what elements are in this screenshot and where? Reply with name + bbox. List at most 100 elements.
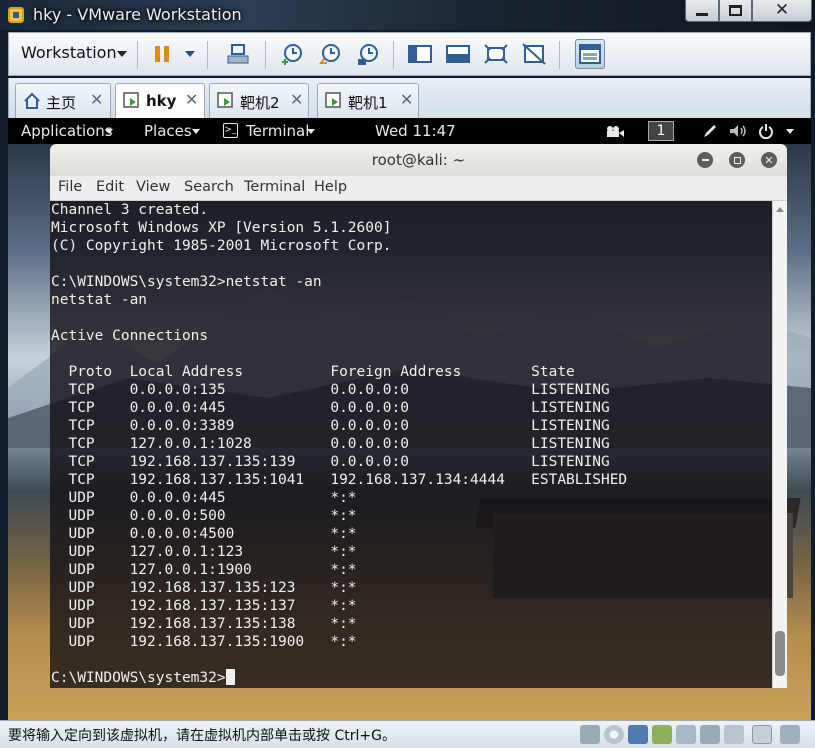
console-view-icon [446, 45, 470, 63]
terminal-prompt-line[interactable]: C:\WINDOWS\system32> [51, 669, 772, 687]
menu-view[interactable]: View [136, 179, 170, 195]
status-hint: 要将输入定向到该虚拟机，请在虚拟机内部单击或按 Ctrl+G。 [8, 728, 396, 744]
close-icon: ✕ [764, 153, 774, 167]
scrollbar-thumb[interactable] [775, 631, 785, 676]
unity-button[interactable] [521, 41, 547, 67]
menu-search[interactable]: Search [184, 179, 234, 195]
network-adapter-2-icon[interactable] [652, 725, 672, 744]
terminal-line: TCP 0.0.0.0:3389 0.0.0.0:0 LISTENING [51, 418, 610, 434]
video-camera-icon[interactable] [605, 124, 625, 138]
terminal-line: UDP 192.168.137.135:123 *:* [51, 580, 357, 596]
terminal-line: TCP 127.0.0.1:1028 0.0.0.0:0 LISTENING [51, 436, 610, 452]
vm-icon [123, 92, 139, 108]
console-view-button[interactable] [445, 41, 471, 67]
chevron-down-icon [117, 51, 127, 57]
vmware-titlebar[interactable]: hky - VMware Workstation ✕ [0, 0, 815, 30]
tab-target1[interactable]: 靶机1 ✕ [317, 83, 419, 118]
minimize-button[interactable] [685, 0, 719, 22]
terminal-line: UDP 192.168.137.135:137 *:* [51, 598, 357, 614]
menu-file[interactable]: File [58, 179, 82, 195]
terminal-line: UDP 127.0.0.1:123 *:* [51, 544, 357, 560]
library-view-icon [408, 45, 432, 63]
revert-snapshot-button[interactable] [317, 41, 343, 67]
applications-menu[interactable]: Applications [21, 122, 113, 140]
usb-controller-icon[interactable] [676, 725, 696, 744]
pause-button[interactable] [149, 41, 175, 67]
tab-label: 主页 [46, 94, 77, 112]
terminal-line: Channel 3 created. [51, 202, 209, 218]
vmware-app-icon [8, 7, 24, 23]
printer-icon[interactable] [724, 725, 744, 744]
vm-icon [325, 92, 341, 108]
vmware-toolbar: Workstation [8, 32, 811, 76]
display-icon[interactable] [752, 725, 772, 744]
terminal-line: UDP 127.0.0.1:1900 *:* [51, 562, 357, 578]
snapshot-take-icon [282, 44, 302, 65]
maximize-button[interactable] [729, 152, 745, 168]
snapshot-manager-button[interactable] [355, 41, 381, 67]
terminal-line: UDP 0.0.0.0:4500 *:* [51, 526, 357, 542]
places-menu[interactable]: Places [144, 122, 192, 140]
terminal-line: Active Connections [51, 328, 209, 344]
library-view-button[interactable] [407, 41, 433, 67]
text-cursor [225, 669, 235, 685]
hard-disk-icon[interactable] [580, 725, 600, 744]
resize-grip-icon[interactable] [780, 725, 800, 744]
chevron-down-icon [307, 129, 315, 134]
network-adapter-icon[interactable] [628, 725, 648, 744]
fullscreen-icon [484, 44, 508, 64]
toolbar-divider [559, 41, 560, 69]
workspace-indicator[interactable]: 1 [648, 121, 674, 141]
cd-drive-icon[interactable] [604, 725, 624, 744]
minimize-button[interactable] [697, 152, 713, 168]
pause-dropdown-icon[interactable] [185, 51, 195, 57]
chevron-down-icon[interactable] [786, 129, 794, 134]
terminal-titlebar[interactable]: root@kali: ~ ✕ [50, 144, 787, 176]
take-snapshot-button[interactable] [279, 41, 305, 67]
toolbar-divider [137, 41, 138, 69]
vm-icon [217, 92, 233, 108]
terminal-line: Microsoft Windows XP [Version 5.1.2600] [51, 220, 392, 236]
menu-edit[interactable]: Edit [96, 179, 124, 195]
close-button[interactable]: ✕ [761, 152, 777, 168]
fullscreen-button[interactable] [483, 41, 509, 67]
terminal-app-menu[interactable]: Terminal [246, 122, 309, 140]
vm-tab-strip: 主页 ✕ hky ✕ 靶机2 ✕ 靶机1 ✕ [8, 78, 811, 118]
close-button[interactable]: ✕ [752, 0, 812, 22]
scroll-up-icon[interactable] [776, 207, 784, 212]
volume-icon[interactable] [728, 123, 748, 139]
tab-target2[interactable]: 靶机2 ✕ [209, 83, 309, 118]
menu-terminal[interactable]: Terminal [244, 179, 305, 195]
workstation-menu-button[interactable]: Workstation [21, 43, 117, 62]
power-icon[interactable] [758, 123, 774, 139]
maximize-button[interactable] [719, 0, 752, 22]
menu-help[interactable]: Help [314, 179, 347, 195]
terminal-menubar: File Edit View Search Terminal Help [50, 176, 787, 201]
close-icon[interactable]: ✕ [400, 90, 413, 109]
tab-hky[interactable]: hky ✕ [115, 83, 205, 118]
sound-card-icon[interactable] [700, 725, 720, 744]
chevron-down-icon [105, 129, 113, 134]
close-icon[interactable]: ✕ [290, 90, 303, 109]
snapshot-revert-icon [319, 44, 340, 64]
home-icon [24, 92, 40, 109]
close-icon[interactable]: ✕ [185, 90, 198, 109]
terminal-window[interactable]: root@kali: ~ ✕ File Edit View Search Ter… [50, 144, 787, 688]
terminal-line: UDP 192.168.137.135:1900 *:* [51, 634, 357, 650]
toolbar-divider [393, 41, 394, 69]
close-icon[interactable]: ✕ [90, 90, 103, 109]
terminal-scrollbar[interactable] [772, 201, 787, 688]
terminal-line: Proto Local Address Foreign Address Stat… [51, 364, 575, 380]
toolbar-divider [207, 41, 208, 69]
thumbnail-view-button[interactable] [575, 39, 605, 69]
minimize-icon [701, 159, 709, 161]
terminal-output[interactable]: Channel 3 created. Microsoft Windows XP [… [50, 201, 772, 688]
pen-icon[interactable] [702, 123, 718, 139]
send-ctrl-alt-del-button[interactable] [225, 41, 251, 67]
clock[interactable]: Wed 11:47 [375, 122, 456, 140]
tab-home[interactable]: 主页 ✕ [15, 83, 111, 118]
guest-display[interactable]: Applications Places >_ Terminal Wed 11:4… [8, 118, 811, 720]
